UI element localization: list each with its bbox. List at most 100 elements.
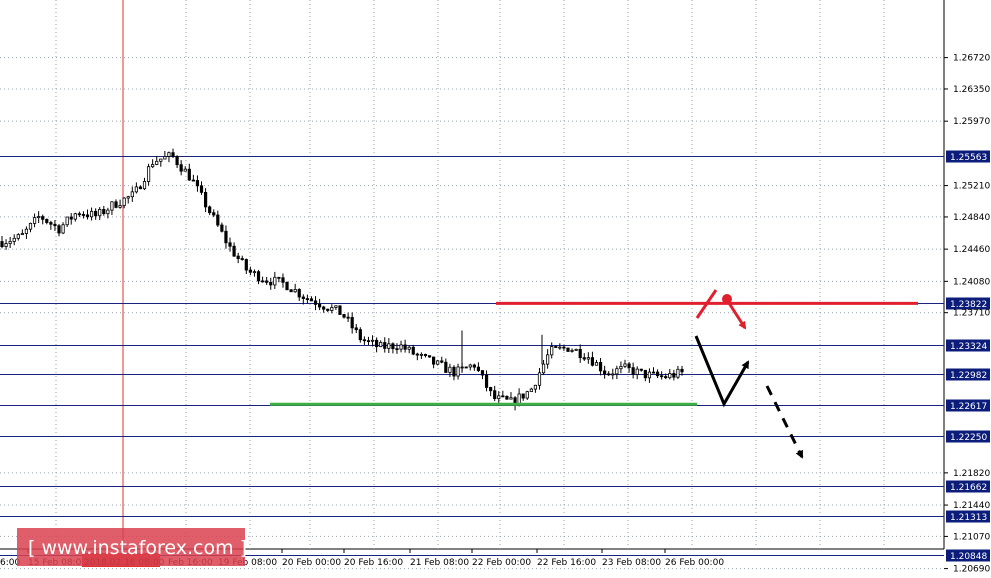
candle [24,226,29,239]
candle-body [85,214,90,218]
candle-body [179,164,183,172]
time-axis: 15 Feb 08:002018.02.16 08:00 Feb 16:00 19 … [0,549,724,568]
candle-body [69,216,73,220]
candle-body [427,355,432,358]
candle-body [505,395,509,400]
candle-body [672,373,676,378]
candle [558,343,562,350]
candle-body [362,339,366,342]
candle [53,219,57,231]
candle [419,352,424,359]
candle-body [574,348,578,351]
level-label: 1.22250 [950,433,987,443]
candle-body [472,364,476,368]
candle-body [163,156,167,160]
candle-body [134,186,138,193]
candle-body [594,362,599,366]
candle-body [338,305,342,315]
candle [65,216,69,227]
candle [468,363,472,371]
candle-body [256,271,261,282]
candle [69,213,73,225]
candle-body [541,363,546,374]
candle [603,365,607,379]
candle-body [533,384,538,390]
candle [598,357,603,376]
candle [240,255,244,261]
candle [623,359,627,369]
candle-body [265,280,269,283]
candle-body [305,298,309,300]
candle [407,345,411,354]
candle [142,177,147,191]
candle [611,368,615,380]
price-chart[interactable]: 1.255631.238221.233241.229821.226171.222… [0,0,991,578]
candle-body [468,364,472,368]
candle-body [126,196,130,199]
candle-body [537,372,542,386]
grid [0,0,945,570]
candle-body [53,223,57,227]
candle [342,313,346,319]
time-tick-label: 20 Feb 00:00 [282,558,341,568]
candle [118,199,122,209]
candle-body [550,346,554,356]
candle [155,156,159,166]
candle [647,368,652,383]
candle [423,353,428,358]
time-tick-label: 15 Feb 08:00 [28,558,87,568]
candle-body [484,374,489,388]
candle-body [122,197,126,206]
candle-body [562,346,566,349]
price-tick-label: 1.21440 [953,501,990,511]
candle-body [94,210,98,217]
candle-body [529,388,533,393]
price-tick-label: 1.26720 [953,54,990,64]
candle [672,369,676,381]
candle [163,150,167,160]
candle-body [138,186,143,190]
candle-body [273,276,277,286]
candle-body [627,363,631,369]
candle-body [195,180,200,187]
candle-body [281,277,285,283]
candle-body [151,164,155,168]
candle [668,368,672,380]
time-tick-label: 22 Feb 00:00 [472,558,531,568]
candle [354,323,358,334]
candle-body [680,368,684,373]
candle [199,181,204,195]
candle-body [651,371,656,374]
candle [297,288,301,301]
candle [464,366,468,369]
candle [399,340,403,353]
candle-body [159,158,163,162]
time-tick-label: 21 Feb 08:00 [410,558,469,568]
price-tick-label: 1.24460 [953,245,990,255]
candle [566,347,570,352]
candle-body [110,201,114,211]
candle [615,365,619,380]
candle-body [0,241,4,247]
candle [452,365,456,381]
candle [256,269,261,285]
candle-body [607,373,611,376]
candle [651,367,656,374]
candle [28,222,33,233]
candle-body [142,181,147,190]
candle [57,224,61,237]
candle-body [20,233,24,236]
candle [281,273,285,288]
candle [208,205,212,216]
candle [643,369,647,382]
candle-body [582,357,586,360]
candle [476,362,481,372]
candle-body [558,346,562,349]
time-tick-label: 26 Feb 00:00 [665,558,724,568]
candle [427,355,432,358]
time-tick-label: 6:00 [0,558,20,568]
candle [260,276,265,283]
candle-body [521,393,525,399]
candle-body [61,224,65,234]
candle-body [497,395,501,400]
